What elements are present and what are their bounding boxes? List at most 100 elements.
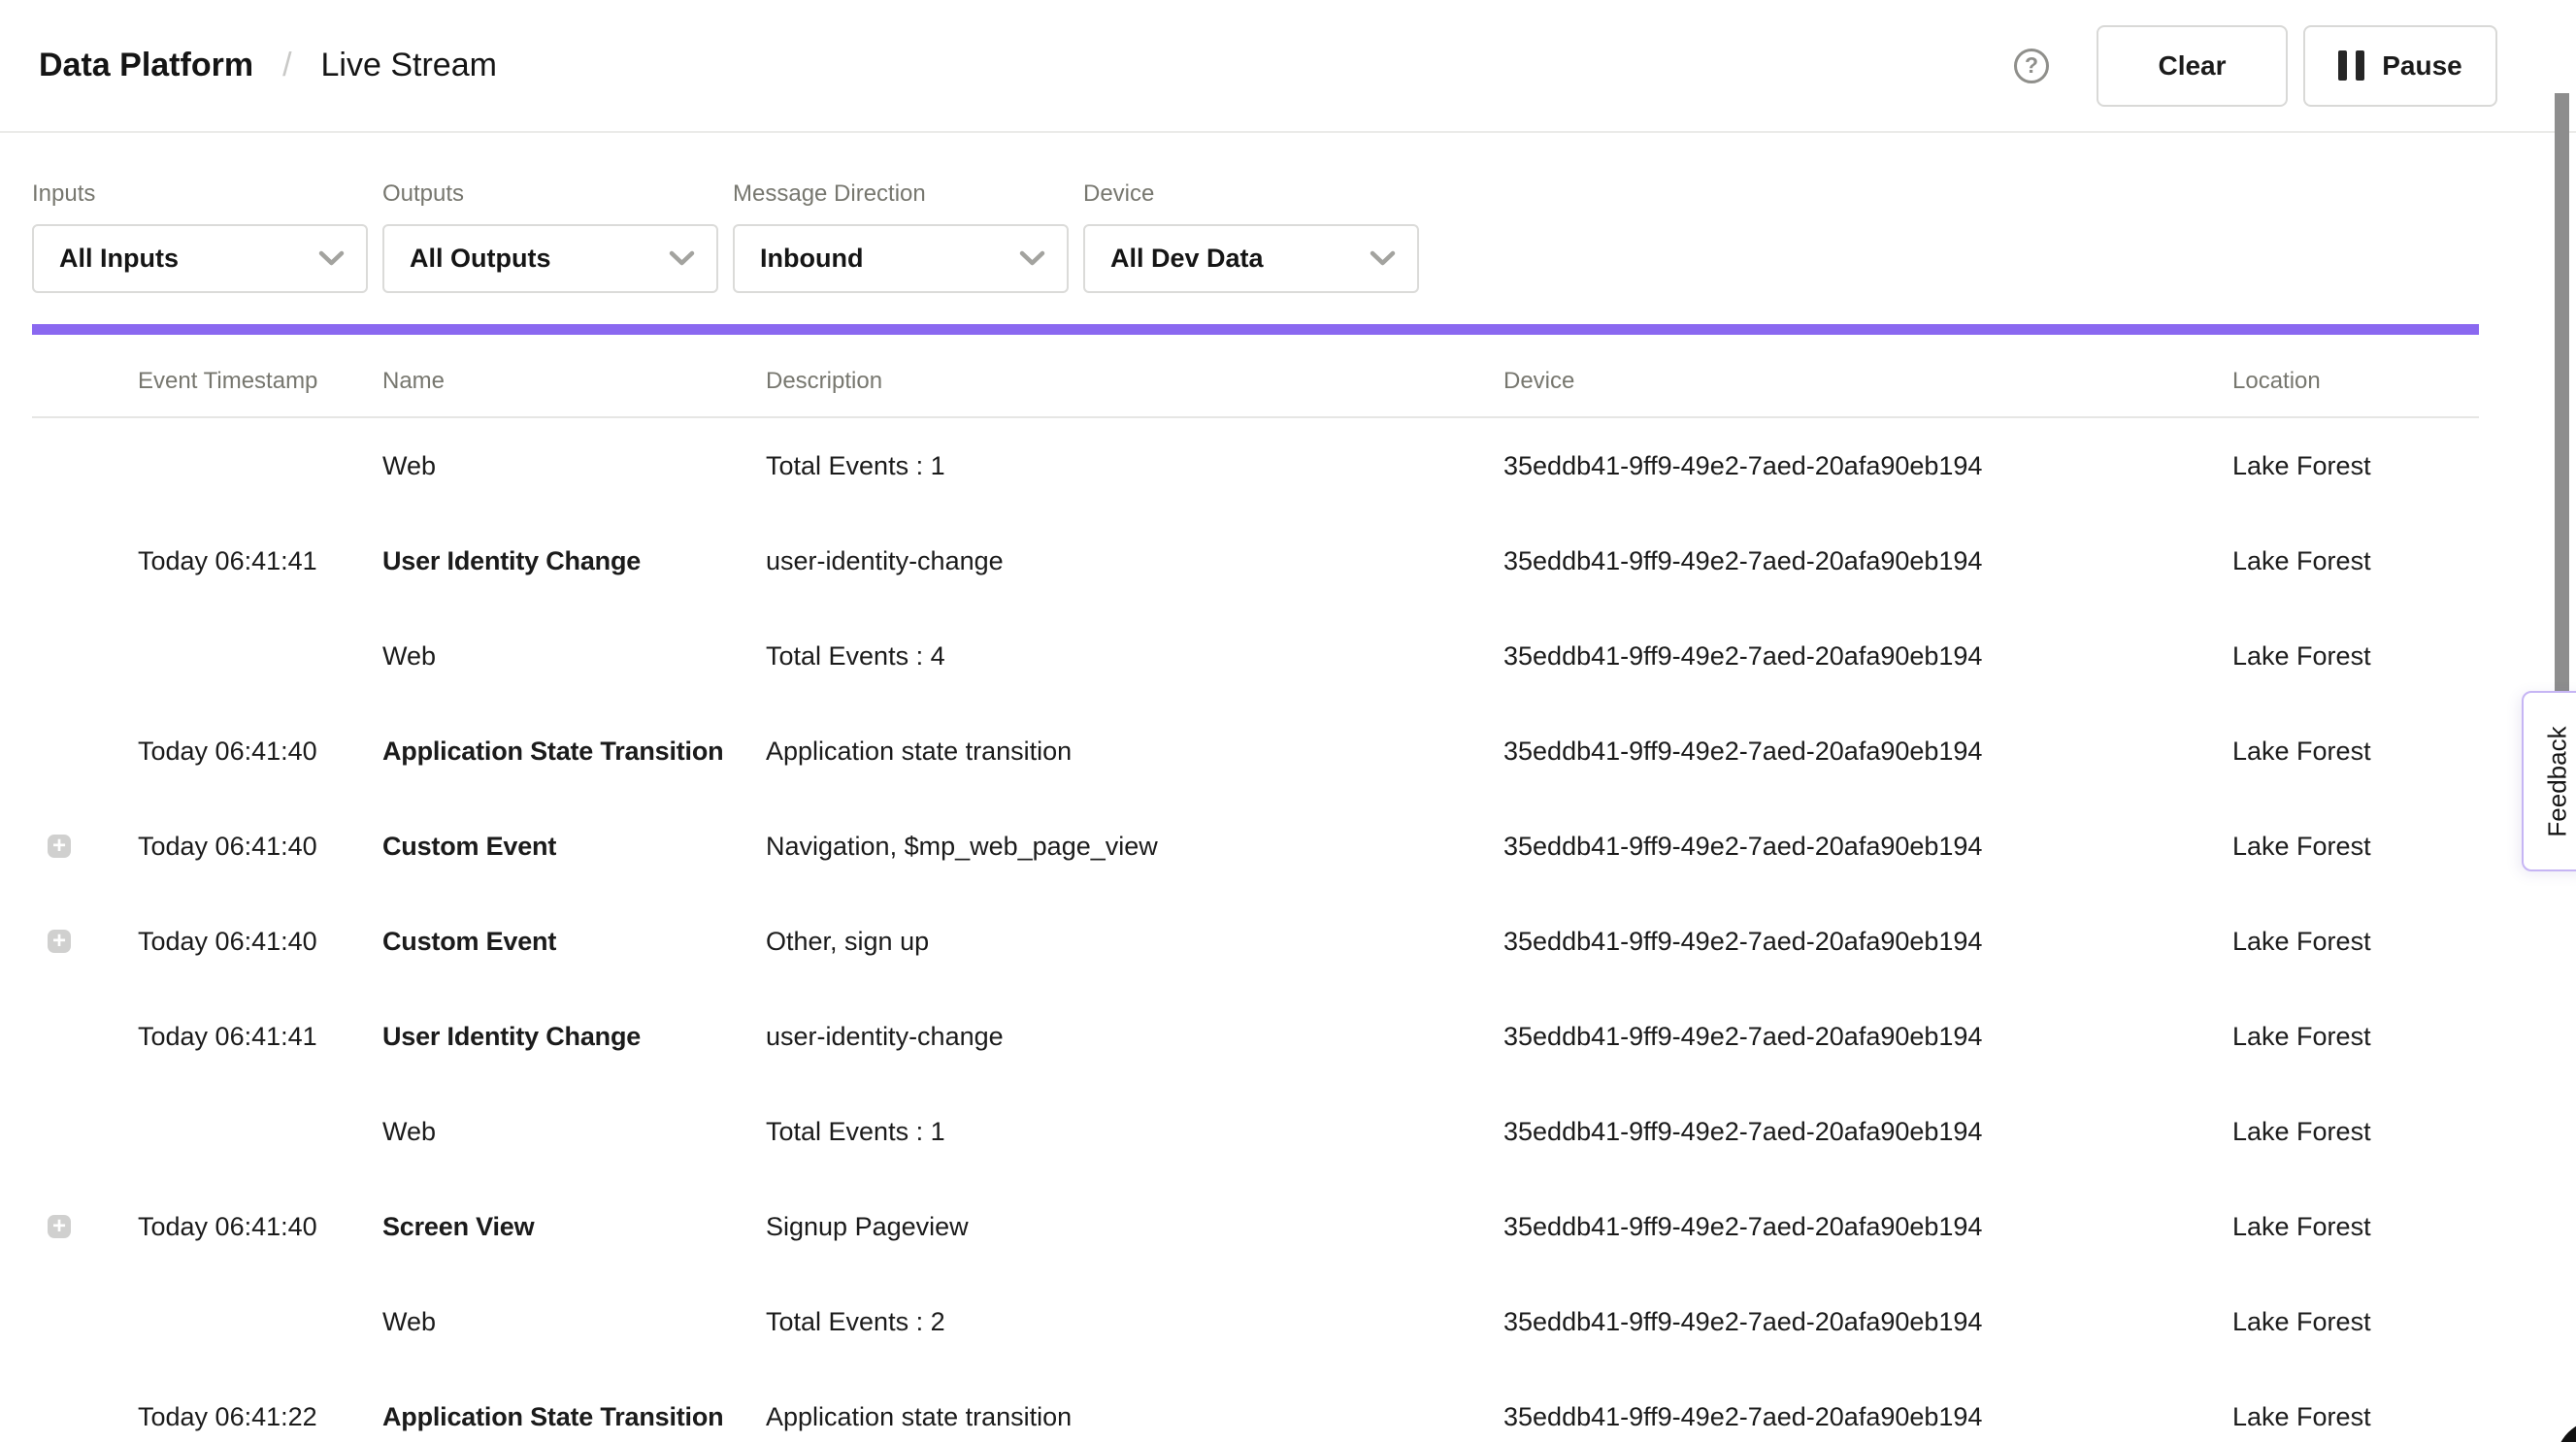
- event-name: Application State Transition: [382, 1402, 766, 1432]
- message-direction-select[interactable]: Inbound: [733, 224, 1069, 293]
- feedback-tab[interactable]: Feedback: [2522, 691, 2576, 871]
- event-location: Lake Forest: [2232, 546, 2576, 576]
- select-value: All Inputs: [59, 244, 179, 274]
- column-header-timestamp: Event Timestamp: [138, 368, 382, 395]
- event-description: Application state transition: [766, 737, 1503, 767]
- table-body: WebTotal Events : 135eddb41-9ff9-49e2-7a…: [32, 418, 2576, 1442]
- event-description: Navigation, $mp_web_page_view: [766, 832, 1503, 862]
- column-header-device: Device: [1503, 368, 2232, 395]
- event-description: Signup Pageview: [766, 1212, 1503, 1242]
- table-row[interactable]: Today 06:41:40Application State Transiti…: [32, 704, 2576, 799]
- select-value: All Dev Data: [1110, 244, 1264, 274]
- table-row[interactable]: WebTotal Events : 435eddb41-9ff9-49e2-7a…: [32, 608, 2576, 704]
- event-location: Lake Forest: [2232, 927, 2576, 957]
- breadcrumb: Data Platform / Live Stream: [39, 47, 497, 84]
- event-device-id: 35eddb41-9ff9-49e2-7aed-20afa90eb194: [1503, 546, 2232, 576]
- table-row[interactable]: Today 06:41:22Application State Transiti…: [32, 1369, 2576, 1442]
- event-location: Lake Forest: [2232, 1117, 2576, 1147]
- page-title: Live Stream: [321, 47, 497, 84]
- event-location: Lake Forest: [2232, 641, 2576, 672]
- clear-button[interactable]: Clear: [2097, 25, 2288, 107]
- expand-plus-icon[interactable]: +: [48, 1215, 71, 1238]
- expand-plus-icon[interactable]: +: [48, 930, 71, 953]
- expand-plus-icon[interactable]: +: [48, 835, 71, 858]
- breadcrumb-section[interactable]: Data Platform: [39, 47, 253, 84]
- event-device-id: 35eddb41-9ff9-49e2-7aed-20afa90eb194: [1503, 641, 2232, 672]
- event-name: Web: [382, 641, 766, 672]
- outputs-select[interactable]: All Outputs: [382, 224, 718, 293]
- table-row[interactable]: Today 06:41:41User Identity Changeuser-i…: [32, 513, 2576, 608]
- filter-bar: Inputs All Inputs Outputs All Outputs Me…: [0, 133, 2576, 293]
- pause-button[interactable]: Pause: [2303, 25, 2497, 107]
- event-timestamp: Today 06:41:40: [138, 927, 382, 957]
- inputs-select[interactable]: All Inputs: [32, 224, 368, 293]
- expand-cell: +: [32, 1215, 138, 1238]
- table-header-row: Event Timestamp Name Description Device …: [32, 335, 2479, 418]
- event-name: Custom Event: [382, 832, 766, 862]
- event-name: Custom Event: [382, 927, 766, 957]
- event-device-id: 35eddb41-9ff9-49e2-7aed-20afa90eb194: [1503, 1402, 2232, 1432]
- event-device-id: 35eddb41-9ff9-49e2-7aed-20afa90eb194: [1503, 927, 2232, 957]
- event-name: Application State Transition: [382, 737, 766, 767]
- event-name: User Identity Change: [382, 1022, 766, 1052]
- table-row[interactable]: WebTotal Events : 135eddb41-9ff9-49e2-7a…: [32, 1084, 2576, 1179]
- event-location: Lake Forest: [2232, 1307, 2576, 1337]
- event-description: Total Events : 2: [766, 1307, 1503, 1337]
- chevron-down-icon: [1370, 250, 1396, 267]
- event-location: Lake Forest: [2232, 1402, 2576, 1432]
- table-row[interactable]: + Today 06:41:40Custom EventOther, sign u…: [32, 894, 2576, 989]
- filter-label: Outputs: [382, 180, 718, 208]
- event-timestamp: Today 06:41:40: [138, 737, 382, 767]
- event-description: Total Events : 1: [766, 451, 1503, 481]
- column-header-description: Description: [766, 368, 1503, 395]
- table-row[interactable]: WebTotal Events : 135eddb41-9ff9-49e2-7a…: [32, 418, 2576, 513]
- chevron-down-icon: [669, 250, 695, 267]
- event-device-id: 35eddb41-9ff9-49e2-7aed-20afa90eb194: [1503, 1022, 2232, 1052]
- filter-inputs: Inputs All Inputs: [32, 180, 368, 293]
- filter-outputs: Outputs All Outputs: [382, 180, 718, 293]
- expand-cell: +: [32, 930, 138, 953]
- breadcrumb-separator-icon: /: [282, 47, 291, 84]
- table-row[interactable]: WebTotal Events : 235eddb41-9ff9-49e2-7a…: [32, 1274, 2576, 1369]
- table-row[interactable]: +Today 06:41:40Screen ViewSignup Pagevie…: [32, 1179, 2576, 1274]
- top-header-bar: Data Platform / Live Stream ? Clear Paus…: [0, 0, 2576, 133]
- device-select[interactable]: All Dev Data: [1083, 224, 1419, 293]
- chevron-down-icon: [1019, 250, 1045, 267]
- event-description: Other, sign up: [766, 927, 1503, 957]
- event-description: Application state transition: [766, 1402, 1503, 1432]
- help-icon[interactable]: ?: [2014, 49, 2049, 83]
- topbar-actions: ? Clear Pause: [2014, 25, 2497, 107]
- event-device-id: 35eddb41-9ff9-49e2-7aed-20afa90eb194: [1503, 1307, 2232, 1337]
- event-location: Lake Forest: [2232, 1022, 2576, 1052]
- accent-divider: [32, 324, 2479, 335]
- event-device-id: 35eddb41-9ff9-49e2-7aed-20afa90eb194: [1503, 737, 2232, 767]
- event-timestamp: Today 06:41:40: [138, 1212, 382, 1242]
- event-name: Web: [382, 1307, 766, 1337]
- event-description: user-identity-change: [766, 546, 1503, 576]
- vertical-scrollbar-thumb[interactable]: [2555, 93, 2569, 691]
- event-timestamp: Today 06:41:40: [138, 832, 382, 862]
- pause-icon: [2338, 50, 2364, 81]
- event-name: Web: [382, 451, 766, 481]
- event-timestamp: Today 06:41:41: [138, 546, 382, 576]
- event-description: Total Events : 4: [766, 641, 1503, 672]
- event-location: Lake Forest: [2232, 1212, 2576, 1242]
- table-row[interactable]: Today 06:41:41User Identity Changeuser-i…: [32, 989, 2576, 1084]
- column-header-name: Name: [382, 368, 766, 395]
- column-header-location: Location: [2232, 368, 2479, 395]
- filter-label: Inputs: [32, 180, 368, 208]
- filter-label: Message Direction: [733, 180, 1069, 208]
- feedback-tab-label: Feedback: [2543, 726, 2573, 836]
- chevron-down-icon: [318, 250, 345, 267]
- event-device-id: 35eddb41-9ff9-49e2-7aed-20afa90eb194: [1503, 1117, 2232, 1147]
- expand-cell: +: [32, 835, 138, 858]
- pause-button-label: Pause: [2382, 50, 2462, 82]
- event-device-id: 35eddb41-9ff9-49e2-7aed-20afa90eb194: [1503, 832, 2232, 862]
- filter-device: Device All Dev Data: [1083, 180, 1419, 293]
- table-row[interactable]: + Today 06:41:40Custom EventNavigation, $…: [32, 799, 2576, 894]
- event-timestamp: Today 06:41:41: [138, 1022, 382, 1052]
- event-device-id: 35eddb41-9ff9-49e2-7aed-20afa90eb194: [1503, 451, 2232, 481]
- event-location: Lake Forest: [2232, 451, 2576, 481]
- select-value: Inbound: [760, 244, 863, 274]
- event-name: Web: [382, 1117, 766, 1147]
